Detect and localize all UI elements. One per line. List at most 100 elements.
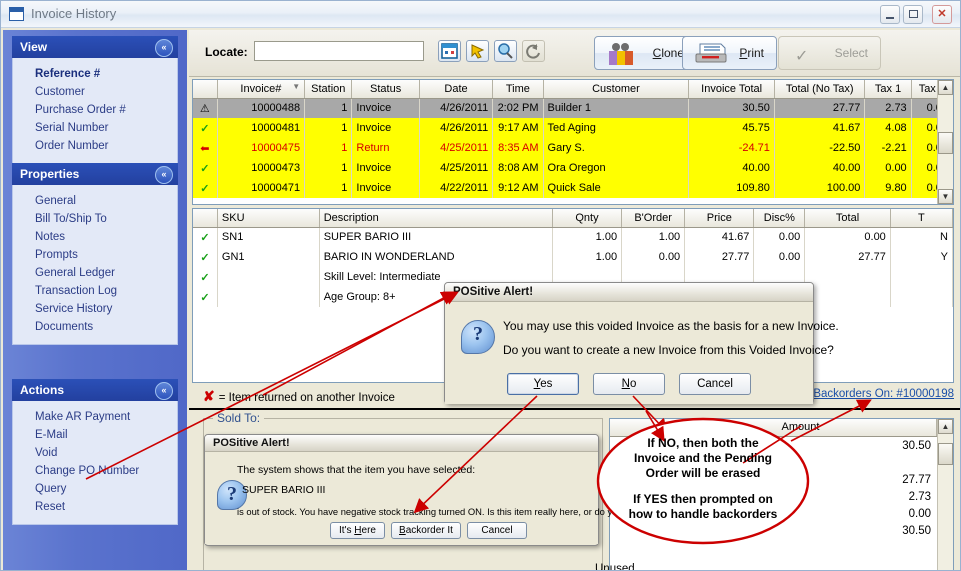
sidebar-item-purchase-order[interactable]: Purchase Order # (13, 101, 177, 119)
sidebar-item-service-history[interactable]: Service History (13, 300, 177, 318)
col-total-no-tax[interactable]: Total (No Tax) (774, 80, 866, 99)
table-row[interactable]: ✓ 10000473 1 Invoice 4/25/2011 8:08 AM O… (193, 158, 954, 178)
backorder-it-button[interactable]: Backorder It (391, 522, 461, 539)
cell-total-no-tax: -22.50 (774, 138, 866, 158)
cell-sku (217, 267, 320, 287)
scroll-up-icon[interactable]: ▲ (938, 80, 953, 95)
col-time[interactable]: Time (492, 80, 544, 99)
col-price[interactable]: Price (684, 209, 755, 228)
sidebar-item-email[interactable]: E-Mail (13, 426, 177, 444)
amount-panel-scrollbar[interactable]: ▲ ▼ (937, 419, 953, 570)
row-flag-icon: ⚠ (193, 98, 218, 118)
col-status[interactable]: Status (351, 80, 420, 99)
invoice-grid-scrollbar[interactable]: ▲ ▼ (937, 80, 953, 204)
minimize-button[interactable] (880, 5, 900, 24)
backorders-link[interactable]: Backorders On: #10000198 (813, 388, 954, 400)
col-taxable[interactable]: T (890, 209, 954, 228)
cell-station: 1 (304, 158, 353, 178)
col-station[interactable]: Station (304, 80, 353, 99)
sold-to-label: Sold To: (213, 411, 265, 425)
scroll-up-icon[interactable]: ▲ (938, 419, 953, 434)
sidebar-item-documents[interactable]: Documents (13, 318, 177, 336)
sort-desc-icon: ▼ (292, 82, 301, 91)
table-row[interactable]: ⚠ 10000488 1 Invoice 4/26/2011 2:02 PM B… (193, 98, 954, 118)
chevron-up-icon[interactable]: « (155, 166, 173, 184)
sidebar-item-prompts[interactable]: Prompts (13, 246, 177, 264)
cell-tax1: 9.80 (864, 178, 912, 198)
amount-value: 2.73 (908, 491, 931, 503)
cell-customer: Ted Aging (543, 118, 690, 138)
sidebar-item-change-po-number[interactable]: Change PO Number (13, 462, 177, 480)
chevron-up-icon[interactable]: « (155, 382, 173, 400)
cursor-arrow-icon[interactable] (466, 40, 489, 62)
amount-value: 30.50 (902, 440, 931, 452)
sidebar-panel-actions-body: Make AR Payment E-Mail Void Change PO Nu… (12, 401, 178, 525)
chevron-up-icon[interactable]: « (155, 39, 173, 57)
col-invoice-total[interactable]: Invoice Total (688, 80, 775, 99)
calendar-icon[interactable] (438, 40, 461, 62)
sidebar-item-bill-to-ship-to[interactable]: Bill To/Ship To (13, 210, 177, 228)
sidebar-item-query[interactable]: Query (13, 480, 177, 498)
cell-sku: SN1 (217, 227, 320, 247)
locate-label: Locate: (205, 45, 248, 59)
undo-arrow-icon[interactable] (522, 40, 545, 62)
sidebar-item-customer[interactable]: Customer (13, 83, 177, 101)
col-date[interactable]: Date (419, 80, 494, 99)
scroll-down-icon[interactable]: ▼ (938, 189, 953, 204)
sidebar-item-void[interactable]: Void (13, 444, 177, 462)
cell-total-no-tax: 100.00 (774, 178, 866, 198)
cell-taxable: N (890, 227, 954, 247)
sidebar-item-transaction-log[interactable]: Transaction Log (13, 282, 177, 300)
maximize-button[interactable] (903, 5, 923, 24)
col-flag[interactable] (193, 80, 218, 99)
locate-input[interactable] (254, 41, 424, 61)
sidebar-item-order-number[interactable]: Order Number (13, 137, 177, 155)
annotation-callout2-line-2: how to handle backorders (628, 507, 778, 521)
no-button[interactable]: No (593, 373, 665, 395)
sidebar-item-general-ledger[interactable]: General Ledger (13, 264, 177, 282)
dialog-line-1: The system shows that the item you have … (237, 464, 476, 476)
print-button[interactable]: PPrintrint (682, 36, 777, 70)
sidebar-item-reference[interactable]: Reference # (13, 65, 177, 83)
sidebar-panel-properties-header[interactable]: Properties « (12, 163, 178, 185)
sidebar: View « Reference # Customer Purchase Ord… (3, 30, 187, 570)
amount-col-blank[interactable] (610, 419, 665, 436)
sidebar-item-reset[interactable]: Reset (13, 498, 177, 516)
col-disc[interactable]: Disc% (753, 209, 806, 228)
detail-flag-icon: ✓ (193, 267, 218, 287)
cell-status: Invoice (351, 118, 420, 138)
col-invoice-number[interactable]: Invoice# ▼ (217, 80, 306, 99)
close-window-button[interactable]: ✕ (932, 5, 952, 24)
col-tax1[interactable]: Tax 1 (864, 80, 912, 99)
col-qnty[interactable]: Qnty (552, 209, 623, 228)
yes-button[interactable]: Yes (507, 373, 579, 395)
cancel-button[interactable]: Cancel (467, 522, 527, 539)
scroll-thumb[interactable] (938, 132, 953, 154)
scroll-thumb[interactable] (938, 443, 953, 465)
col-sku[interactable]: SKU (217, 209, 320, 228)
sidebar-panel-view-header[interactable]: View « (12, 36, 178, 58)
table-row[interactable]: ⬅ 10000475 1 Return 4/25/2011 8:35 AM Ga… (193, 138, 954, 158)
table-row[interactable]: ✓ 10000481 1 Invoice 4/26/2011 9:17 AM T… (193, 118, 954, 138)
print-button-label: PPrintrint (739, 46, 764, 60)
its-here-button[interactable]: It's Here (330, 522, 385, 539)
list-item[interactable]: ✓ GN1 BARIO IN WONDERLAND 1.00 0.00 27.7… (193, 247, 954, 267)
col-detail-total[interactable]: Total (804, 209, 891, 228)
sidebar-panel-actions-header[interactable]: Actions « (12, 379, 178, 401)
sidebar-item-general[interactable]: General (13, 192, 177, 210)
window-title: Invoice History (31, 6, 117, 21)
invoice-grid[interactable]: Invoice# ▼ Station Status Date Time Cust… (192, 79, 954, 205)
table-row[interactable]: ✓ 10000471 1 Invoice 4/22/2011 9:12 AM Q… (193, 178, 954, 198)
cell-tax1: -2.21 (864, 138, 912, 158)
amount-col-header[interactable]: Amount (665, 419, 937, 436)
col-customer[interactable]: Customer (543, 80, 690, 99)
list-item[interactable]: ✓ SN1 SUPER BARIO III 1.00 1.00 41.67 0.… (193, 227, 954, 247)
col-description[interactable]: Description (319, 209, 553, 228)
sidebar-item-make-ar-payment[interactable]: Make AR Payment (13, 408, 177, 426)
magnifier-icon[interactable] (494, 40, 517, 62)
col-border[interactable]: B'Order (621, 209, 686, 228)
cell-time: 8:35 AM (492, 138, 544, 158)
cancel-button[interactable]: Cancel (679, 373, 751, 395)
sidebar-item-serial-number[interactable]: Serial Number (13, 119, 177, 137)
sidebar-item-notes[interactable]: Notes (13, 228, 177, 246)
